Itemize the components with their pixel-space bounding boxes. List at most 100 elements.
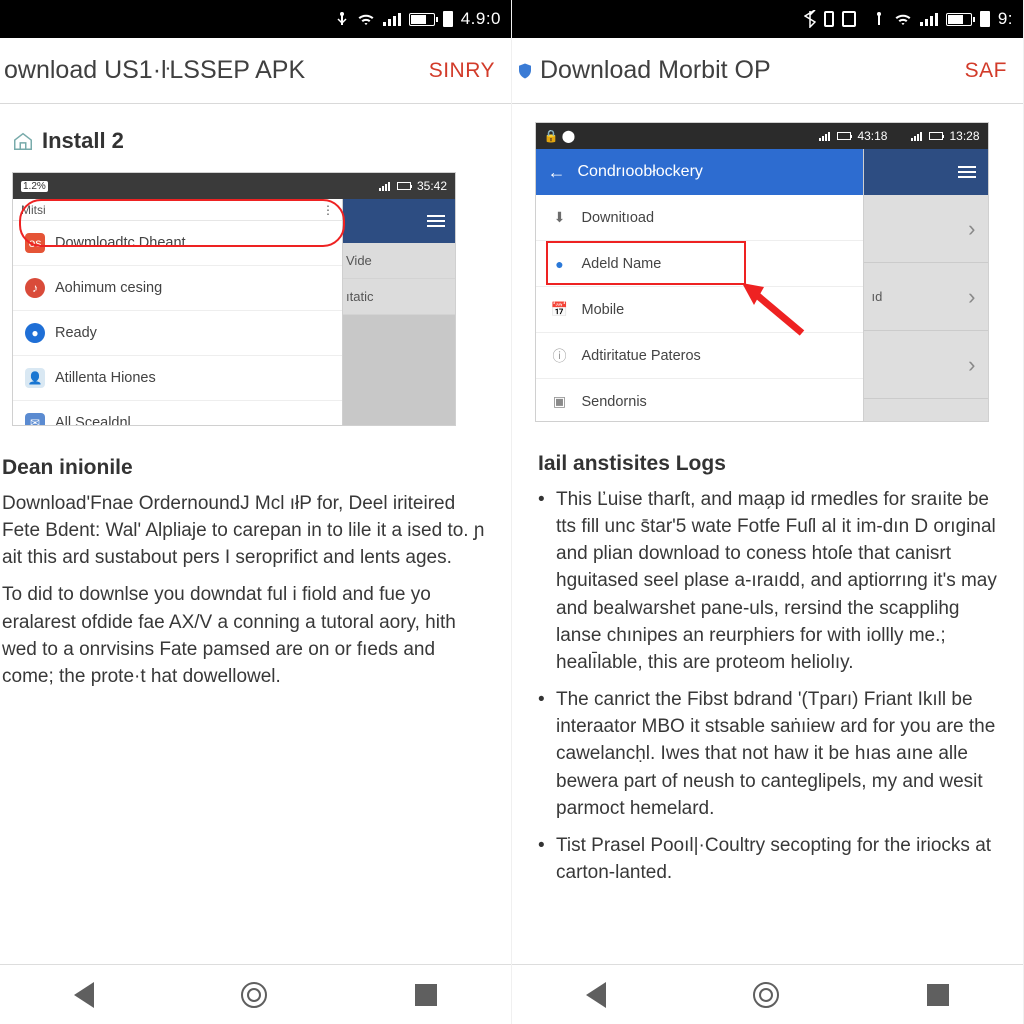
- section-title-text: Install 2: [42, 128, 124, 154]
- bluetooth-icon: [804, 10, 816, 28]
- paragraph: To did to downlse you downdat ful i fiol…: [2, 581, 485, 690]
- panel-title: Condrıoobłockery: [578, 163, 703, 181]
- list-item[interactable]: ▣Sendornis: [536, 379, 863, 422]
- app-icon: ✉: [25, 413, 45, 426]
- back-panel-item[interactable]: Vide: [336, 243, 455, 279]
- main-panel: ← Condrıoobłockery ⬇ Downitıoad ●Adeld Na…: [536, 149, 864, 421]
- card-icon: [824, 11, 834, 27]
- text-heading: Iail anstisites Logs: [538, 452, 997, 476]
- info-icon: ⓘ: [550, 346, 570, 366]
- list-item[interactable]: ●Ready: [13, 311, 342, 356]
- list-item-label: Atillenta Hiones: [55, 370, 156, 386]
- nav-home-button[interactable]: [241, 982, 267, 1008]
- fp-header-left: Mitsi: [21, 203, 46, 217]
- bullet-item: This Ľuise tharſt, and maa̗p id rmedles …: [538, 486, 997, 676]
- list-item-label: Dowmloadtc Dheant: [55, 235, 186, 251]
- list-item-label: Aohimum cesing: [55, 280, 162, 296]
- back-panel-bar: [336, 199, 455, 243]
- status-clock: 9:: [998, 9, 1013, 29]
- back-panel: Vide ıtatic: [335, 199, 455, 425]
- chevron-right-icon: ›: [968, 216, 975, 242]
- app-icon: 👤: [25, 368, 45, 388]
- nav-home-button[interactable]: [753, 982, 779, 1008]
- dot-icon: ●: [550, 254, 570, 274]
- app-icon: ●: [25, 323, 45, 343]
- app-toolbar: ownload US1·ŀLSSEP APK SINRY: [0, 38, 511, 104]
- app-icon: os: [25, 233, 45, 253]
- mini-clock: 13:28: [949, 129, 979, 143]
- side-panel-row[interactable]: ›: [864, 195, 988, 263]
- calendar-icon: 📅: [550, 300, 570, 320]
- nested-screenshot: 🔒 ⬤ 43:18 13:28 ←: [535, 122, 989, 422]
- toolbar-action-button[interactable]: SINRY: [429, 59, 495, 83]
- list-item[interactable]: ●Adeld Name: [536, 241, 863, 287]
- mini-signal-icon: [911, 132, 923, 141]
- mini-battery-icon: [397, 182, 411, 190]
- mini-signal-icon: [819, 132, 831, 141]
- bullet-item: The canrict the Fibst bdrand '(Tparı) Fr…: [538, 686, 997, 822]
- usb-icon: [335, 11, 349, 27]
- mini-lock-icon: 🔒 ⬤: [544, 129, 576, 143]
- toolbar-action-button[interactable]: SAF: [965, 59, 1007, 83]
- toolbar-title: Download Morbit OP: [540, 56, 771, 85]
- list-item-label: All Scealdnl: [55, 415, 131, 426]
- list-item-label: Mobile: [582, 302, 625, 318]
- chevron-right-icon: ›: [968, 284, 975, 310]
- nav-recent-button[interactable]: [927, 984, 949, 1006]
- list-item-label: Downitıoad: [582, 210, 655, 226]
- nested-screenshot: 1.2% 35:42 Vide ıtatic Mitsi⋮ os Dowmload…: [12, 172, 456, 426]
- usb-icon: [872, 11, 886, 27]
- nav-recent-button[interactable]: [415, 984, 437, 1006]
- signal-icon: [383, 12, 401, 26]
- toolbar-title: ownload US1·ŀLSSEP APK: [4, 56, 305, 85]
- paragraph: Download'Fnae OrdernoundJ Mcl ıłP for, D…: [2, 490, 485, 571]
- signal-icon: [920, 12, 938, 26]
- nav-back-button[interactable]: [586, 982, 606, 1008]
- list-item[interactable]: os Dowmloadtc Dheant: [13, 221, 342, 266]
- back-panel-item[interactable]: ıtatic: [336, 279, 455, 315]
- mini-status-bar: 🔒 ⬤ 43:18 13:28: [536, 123, 988, 149]
- back-arrow-icon[interactable]: ←: [548, 162, 566, 183]
- navigation-bar: [512, 964, 1023, 1024]
- side-panel-row[interactable]: ›: [864, 331, 988, 399]
- mini-signal-icon: [379, 182, 391, 191]
- left-phone: 4.9:0 ownload US1·ŀLSSEP APK SINRY Insta…: [0, 0, 512, 1024]
- mini-battery-icon: [837, 132, 851, 140]
- side-panel-row[interactable]: ıd›: [864, 263, 988, 331]
- download-icon: ⬇: [550, 208, 570, 228]
- list-item[interactable]: ⓘ Adtiritatue Pateros: [536, 333, 863, 379]
- navigation-bar: [0, 964, 511, 1024]
- install-icon: [12, 130, 34, 152]
- mini-clock: 35:42: [417, 179, 447, 193]
- right-phone: 9: Download Morbit OP SAF 🔒 ⬤ 4: [512, 0, 1024, 1024]
- list-item[interactable]: 👤 Atillenta Hiones: [13, 356, 342, 401]
- battery-full-icon: [443, 11, 453, 27]
- article-text: Dean inionile Download'Fnae OrdernoundJ …: [0, 426, 499, 690]
- status-clock: 4.9:0: [461, 9, 501, 29]
- side-panel: › ıd› ›: [864, 149, 988, 421]
- mini-battery-icon: [929, 132, 943, 140]
- wifi-icon: [894, 10, 912, 28]
- hamburger-icon[interactable]: [958, 171, 976, 173]
- shield-icon: [516, 62, 534, 80]
- nav-back-button[interactable]: [74, 982, 94, 1008]
- hamburger-icon[interactable]: [427, 220, 445, 222]
- side-panel-bar: [864, 149, 988, 195]
- list-item[interactable]: ✉ All Scealdnl: [13, 401, 342, 426]
- mini-status-bar: 1.2% 35:42: [13, 173, 455, 199]
- list-item[interactable]: ⬇ Downitıoad: [536, 195, 863, 241]
- status-bar: 4.9:0: [0, 0, 511, 38]
- grid-icon: ▣: [550, 392, 570, 412]
- status-bar: 9:: [512, 0, 1023, 38]
- front-panel-header: Mitsi⋮: [13, 199, 342, 221]
- battery-icon: [409, 13, 435, 26]
- text-heading: Dean inionile: [2, 456, 485, 480]
- main-panel-bar: ← Condrıoobłockery: [536, 149, 863, 195]
- article-text: Iail anstisites Logs This Ľuise tharſt, …: [512, 422, 1011, 886]
- front-panel: Mitsi⋮ os Dowmloadtc Dheant ♪Aohimum cesi…: [13, 199, 343, 425]
- list-item[interactable]: ♪Aohimum cesing: [13, 266, 342, 311]
- list-item-label: Adtiritatue Pateros: [582, 348, 701, 364]
- battery-icon: [946, 13, 972, 26]
- list-item[interactable]: 📅 Mobile: [536, 287, 863, 333]
- clipboard-icon: [842, 11, 856, 27]
